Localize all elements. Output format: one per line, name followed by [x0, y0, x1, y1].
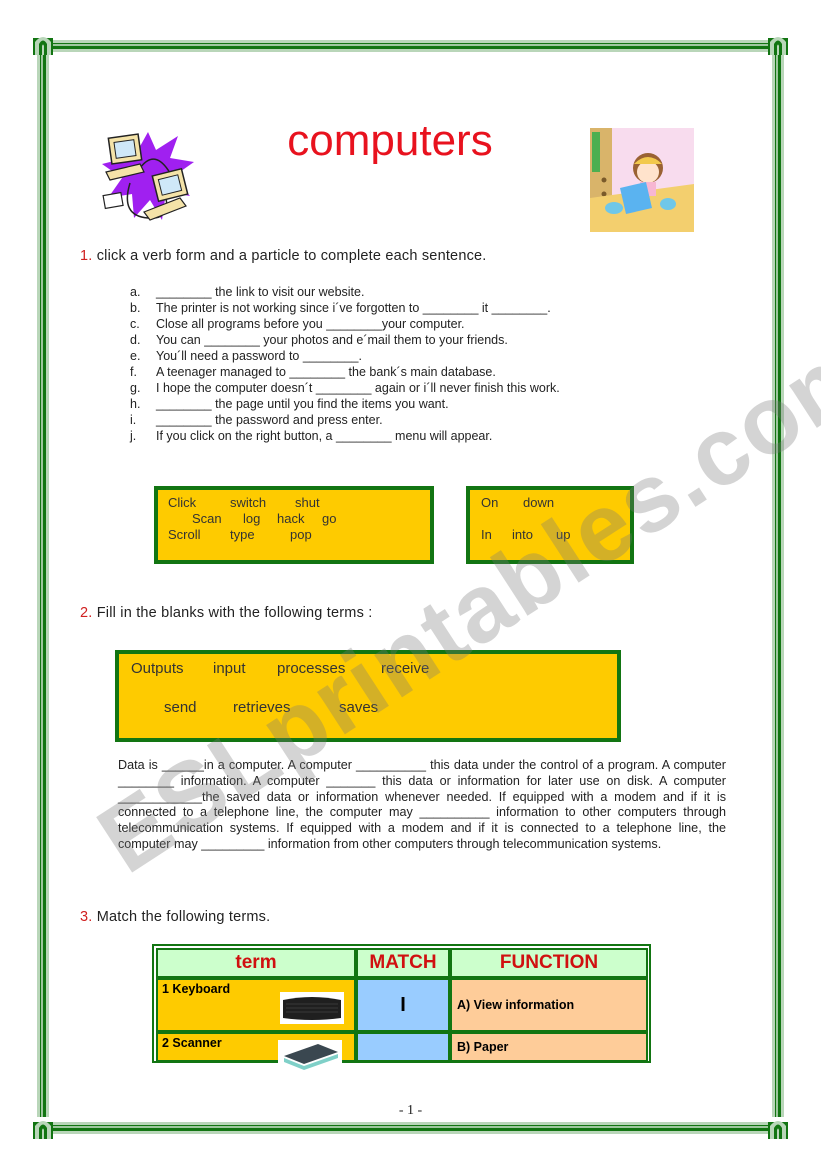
sentence-text: ________ the page until you find the ite… — [156, 397, 449, 411]
sentence-text: ________ the password and press enter. — [156, 413, 383, 427]
term-word: input — [213, 660, 246, 677]
verb-word: switch — [230, 495, 267, 510]
term-word: processes — [277, 660, 346, 677]
verb-word: go — [322, 511, 337, 526]
sentence-letter: e. — [130, 349, 141, 363]
sentence-letter: d. — [130, 333, 141, 347]
frame-left-rail — [37, 48, 49, 1117]
verb-word: hack — [277, 511, 305, 526]
verb-word: Scan — [192, 511, 222, 526]
term-word: retrieves — [233, 699, 291, 716]
scanner-icon — [278, 1040, 342, 1070]
term-label: 2 Scanner — [162, 1036, 222, 1050]
verb-word: Click — [168, 495, 197, 510]
sentence-text: If you click on the right button, a ____… — [156, 429, 493, 443]
term-cell: 1 Keyboard — [156, 978, 356, 1032]
match-table: term MATCH FUNCTION 1 Keyboard I A) View… — [152, 944, 654, 1070]
frame-corner-icon — [32, 1116, 54, 1140]
particle-word: In — [481, 527, 492, 542]
terms-word-box: Outputs input processes receive send ret… — [115, 650, 621, 742]
match-answer-input[interactable] — [356, 1032, 450, 1062]
sentence-item: b. The printer is not working since i´ve … — [130, 300, 650, 316]
section-3-number: 3. — [80, 909, 93, 925]
sentence-letter: h. — [130, 397, 141, 411]
term-word: receive — [381, 660, 430, 677]
sentence-text: The printer is not working since i´ve fo… — [156, 301, 551, 315]
sentence-letter: a. — [130, 285, 141, 299]
frame-corner-icon — [32, 32, 54, 56]
verb-word-box: Click switch shut Scan log hack go Scrol… — [154, 486, 434, 564]
function-cell: A) View information — [450, 978, 648, 1032]
sentence-text: You´ll need a password to ________. — [156, 349, 362, 363]
page-title: computers — [287, 116, 493, 165]
term-word: Outputs — [131, 660, 184, 677]
match-answer-input[interactable]: I — [356, 978, 450, 1032]
sentence-text: I hope the computer doesn´t ________ aga… — [156, 381, 560, 395]
verb-word: pop — [290, 527, 312, 542]
header-function: FUNCTION — [450, 948, 648, 978]
sentence-item: d. You can ________ your photos and e´mai… — [130, 332, 650, 348]
frame-bottom-rail — [44, 1122, 777, 1134]
particle-word: down — [523, 495, 555, 510]
sentence-text: Close all programs before you ________yo… — [156, 317, 465, 331]
section-1-instruction: click a verb form and a particle to comp… — [92, 248, 487, 264]
networked-computers-icon — [100, 128, 195, 224]
sentence-list: a. ________ the link to visit our website… — [130, 284, 650, 444]
sentence-text: A teenager managed to ________ the bank´… — [156, 365, 496, 379]
particle-word-box: On down In into up — [466, 486, 634, 564]
sentence-item: e. You´ll need a password to ________. — [130, 348, 650, 364]
verb-word: log — [243, 511, 261, 526]
header-term: term — [156, 948, 356, 978]
particle-word: up — [556, 527, 571, 542]
sentence-item: c. Close all programs before you ________… — [130, 316, 650, 332]
keyboard-icon — [280, 992, 344, 1024]
frame-top-rail — [44, 40, 777, 52]
frame-right-rail — [772, 48, 784, 1117]
section-1-number: 1. — [80, 248, 93, 264]
sentence-item: g. I hope the computer doesn´t ________ a… — [130, 380, 650, 396]
page-number: - 1 - — [398, 1103, 423, 1118]
sentence-text: You can ________ your photos and e´mail … — [156, 333, 508, 347]
term-word: saves — [339, 699, 379, 716]
sentence-letter: f. — [130, 365, 137, 379]
particle-word: into — [512, 527, 533, 542]
section-3-instruction: Match the following terms. — [92, 909, 271, 925]
sentence-item: h. ________ the page until you find the i… — [130, 396, 650, 412]
section-2-instruction: Fill in the blanks with the following te… — [92, 605, 373, 621]
sentence-letter: j. — [130, 429, 137, 443]
girl-at-laptop-icon — [590, 128, 694, 232]
sentence-item: j. If you click on the right button, a __… — [130, 428, 650, 444]
sentence-item: a. ________ the link to visit our website… — [130, 284, 650, 300]
section-1-heading: 1. click a verb form and a particle to c… — [80, 248, 487, 264]
sentence-letter: i. — [130, 413, 137, 427]
sentence-letter: c. — [130, 317, 140, 331]
sentence-text: ________ the link to visit our website. — [156, 285, 365, 299]
sentence-item: i. ________ the password and press enter. — [130, 412, 650, 428]
verb-word: shut — [295, 495, 320, 510]
sentence-letter: g. — [130, 381, 141, 395]
section-2-heading: 2. Fill in the blanks with the following… — [80, 605, 372, 621]
section-3-heading: 3. Match the following terms. — [80, 909, 270, 925]
section-2-number: 2. — [80, 605, 93, 621]
sentence-letter: b. — [130, 301, 141, 315]
term-label: 1 Keyboard — [162, 982, 231, 996]
verb-word: Scroll — [168, 527, 201, 542]
verb-word: type — [230, 527, 255, 542]
particle-word: On — [481, 495, 499, 510]
frame-corner-icon — [767, 1116, 789, 1140]
frame-corner-icon — [767, 32, 789, 56]
fill-in-paragraph: Data is ______in a computer. A computer … — [118, 758, 726, 851]
sentence-item: f. A teenager managed to ________ the ban… — [130, 364, 650, 380]
term-word: send — [164, 699, 197, 716]
header-match: MATCH — [356, 948, 450, 978]
function-cell: B) Paper — [450, 1032, 648, 1062]
